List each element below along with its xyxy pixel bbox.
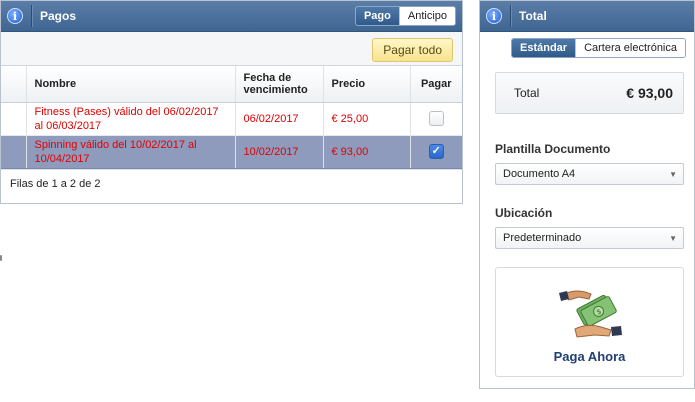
column-header-pagar[interactable]: Pagar <box>409 66 462 103</box>
cell-pagar <box>409 102 462 136</box>
header-separator <box>510 5 511 27</box>
row-handle <box>1 135 26 169</box>
pagos-tab-group: Pago Anticipo <box>354 6 456 26</box>
column-header-fecha[interactable]: Fecha de vencimiento <box>234 66 323 103</box>
info-icon[interactable]: i <box>486 8 502 24</box>
tab-anticipo[interactable]: Anticipo <box>398 7 455 25</box>
pay-all-button[interactable]: Pagar todo <box>372 38 453 62</box>
header-separator <box>31 5 32 27</box>
table-row[interactable]: Fitness (Pases) válido del 06/02/2017 al… <box>1 102 462 136</box>
pagos-toolbar: Pagar todo <box>1 32 462 66</box>
total-label: Total <box>514 86 540 100</box>
location-label: Ubicación <box>495 206 553 220</box>
template-label: Plantilla Documento <box>495 142 611 156</box>
pay-checkbox-checked[interactable]: ✓ <box>428 144 444 159</box>
location-select[interactable]: Predeterminado ▼ <box>495 227 684 249</box>
pagos-panel: i Pagos Pago Anticipo Pagar todo Nombre … <box>0 0 463 204</box>
total-panel: i Total Estándar Cartera electrónica Tot… <box>479 0 695 389</box>
chevron-down-icon: ▼ <box>669 233 677 243</box>
chevron-down-icon: ▼ <box>669 169 677 179</box>
pagos-header: i Pagos Pago Anticipo <box>1 1 462 32</box>
cell-precio: € 93,00 <box>322 135 410 169</box>
cell-fecha: 10/02/2017 <box>234 135 323 169</box>
row-handle <box>1 102 26 136</box>
payments-table: Nombre Fecha de vencimiento Precio Pagar… <box>1 66 462 169</box>
tab-pago[interactable]: Pago <box>355 7 399 25</box>
template-select[interactable]: Documento A4 ▼ <box>495 163 684 185</box>
template-select-value: Documento A4 <box>503 168 576 180</box>
tab-cartera-electronica[interactable]: Cartera electrónica <box>575 39 685 57</box>
rows-count: Filas de 1 a 2 de 2 <box>1 168 462 198</box>
pay-checkbox[interactable] <box>428 111 444 126</box>
cell-nombre: Fitness (Pases) válido del 06/02/2017 al… <box>25 102 235 136</box>
table-row[interactable]: Spinning válido del 10/02/2017 al 10/04/… <box>1 135 462 169</box>
column-header-nombre[interactable]: Nombre <box>25 66 235 103</box>
total-tab-group: Estándar Cartera electrónica <box>510 38 686 58</box>
money-hands-icon: $ <box>558 290 622 338</box>
cell-nombre: Spinning válido del 10/02/2017 al 10/04/… <box>25 135 235 169</box>
pay-now-label: Paga Ahora <box>553 349 626 364</box>
total-title: Total <box>519 9 547 23</box>
cell-precio: € 25,00 <box>322 102 410 136</box>
total-header: i Total <box>480 1 694 32</box>
location-select-value: Predeterminado <box>503 232 582 244</box>
tab-estandar[interactable]: Estándar <box>511 39 576 57</box>
cell-fecha: 06/02/2017 <box>234 102 323 136</box>
row-handle-header <box>1 66 26 103</box>
pagos-title: Pagos <box>40 9 77 23</box>
column-header-precio[interactable]: Precio <box>322 66 410 103</box>
pay-now-button[interactable]: $ Paga Ahora <box>495 267 684 377</box>
table-header-row: Nombre Fecha de vencimiento Precio Pagar <box>1 66 462 103</box>
total-amount: € 93,00 <box>626 85 673 101</box>
info-icon[interactable]: i <box>7 8 23 24</box>
cell-pagar: ✓ <box>409 135 462 169</box>
scroll-indicator <box>0 255 2 261</box>
total-summary: Total € 93,00 <box>495 72 684 114</box>
